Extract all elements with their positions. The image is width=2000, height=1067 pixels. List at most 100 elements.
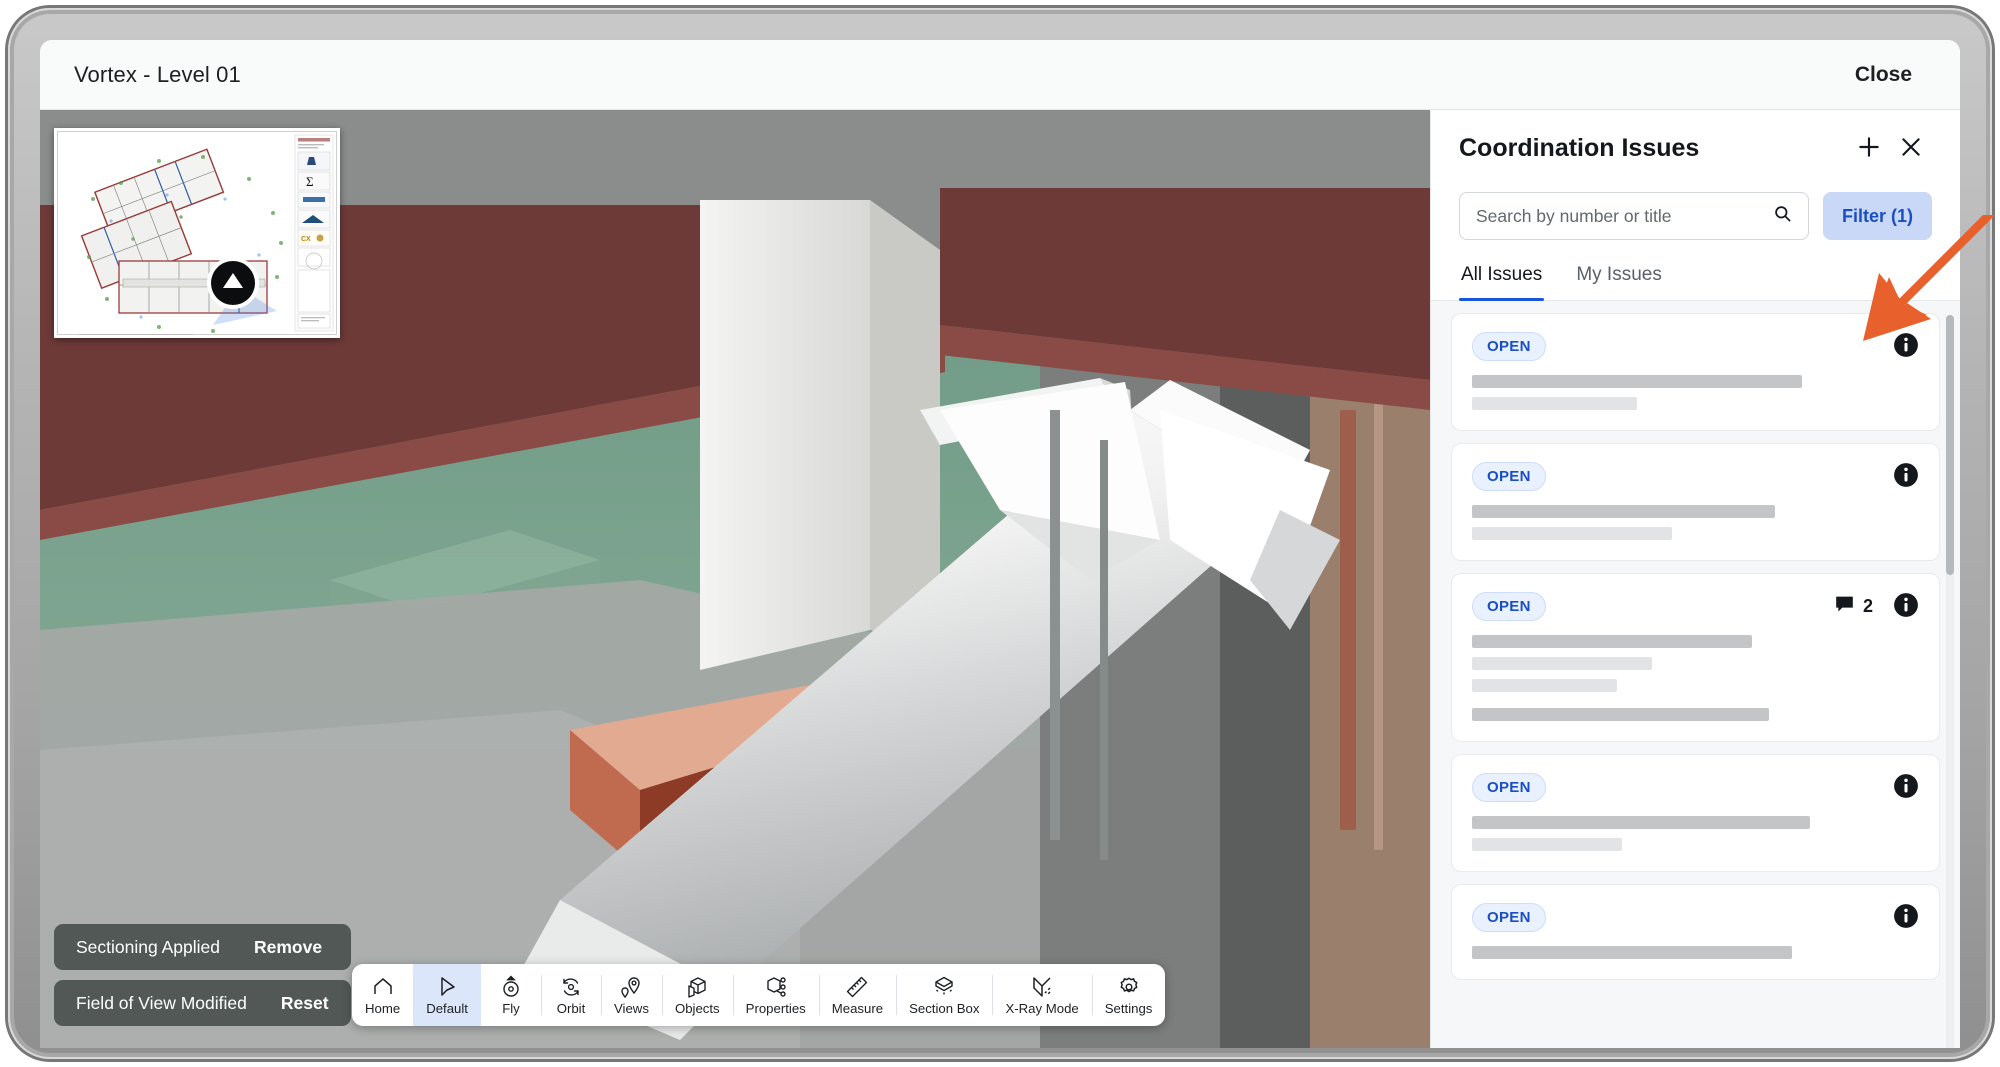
status-badge: OPEN xyxy=(1472,332,1546,361)
issue-info-button[interactable] xyxy=(1893,773,1919,802)
views-pin-icon xyxy=(619,975,643,1000)
issue-card[interactable]: OPEN xyxy=(1451,313,1940,431)
remove-sectioning-button[interactable]: Remove xyxy=(254,937,322,958)
objects-cubes-icon xyxy=(685,975,709,1000)
tool-label: Properties xyxy=(745,1000,806,1016)
plus-icon xyxy=(1856,134,1882,163)
issue-info-button[interactable] xyxy=(1893,462,1919,491)
panel-title: Coordination Issues xyxy=(1459,133,1700,162)
tool-label: Objects xyxy=(674,1000,720,1016)
tool-home[interactable]: Home xyxy=(352,964,413,1026)
info-icon xyxy=(1893,462,1919,491)
viewport-status-chips: Sectioning Applied Remove Field of View … xyxy=(54,924,351,1026)
tool-properties[interactable]: Properties xyxy=(732,964,819,1026)
issue-meta-redacted xyxy=(1472,708,1769,721)
close-panel-button[interactable] xyxy=(1890,127,1932,169)
svg-text:Σ: Σ xyxy=(306,174,314,189)
status-badge: OPEN xyxy=(1472,903,1546,932)
close-button[interactable]: Close xyxy=(1841,53,1926,97)
svg-text:CX: CX xyxy=(301,236,311,243)
issue-card-header: OPEN xyxy=(1472,462,1919,491)
tab-my-issues[interactable]: My Issues xyxy=(1574,258,1664,300)
issue-comment-group: 2 xyxy=(1834,594,1873,620)
reset-field-of-view-button[interactable]: Reset xyxy=(281,993,329,1014)
tool-orbit[interactable]: Orbit xyxy=(540,964,601,1026)
issue-card-header: OPEN 2 xyxy=(1472,592,1919,621)
tool-label: Default xyxy=(426,1000,468,1016)
issue-info-button[interactable] xyxy=(1893,903,1919,932)
issue-list[interactable]: OPEN OPEN OPEN 2 OPEN OPEN xyxy=(1431,301,1960,1048)
issue-title-redacted xyxy=(1472,635,1752,648)
tool-label: Home xyxy=(365,1000,401,1016)
status-chip-label: Sectioning Applied xyxy=(76,936,220,957)
issue-title-redacted xyxy=(1472,375,1802,388)
gear-icon xyxy=(1117,975,1141,1000)
issue-card-header: OPEN xyxy=(1472,332,1919,361)
tab-all-issues[interactable]: All Issues xyxy=(1459,258,1545,301)
issue-card[interactable]: OPEN xyxy=(1451,754,1940,872)
issue-meta-redacted xyxy=(1472,838,1622,851)
status-chip-label: Field of View Modified xyxy=(76,992,247,1013)
comment-count: 2 xyxy=(1862,596,1873,616)
search-input[interactable] xyxy=(1476,205,1773,227)
issue-meta-redacted xyxy=(1472,397,1637,410)
issue-meta-redacted xyxy=(1472,679,1617,692)
device-frame: Vortex - Level 01 Close Σ CX Sectioning … xyxy=(8,8,1992,1059)
page-title: Vortex - Level 01 xyxy=(74,61,241,87)
home-icon xyxy=(371,975,395,1000)
tool-measure[interactable]: Measure xyxy=(818,964,896,1026)
cursor-icon xyxy=(435,975,459,1000)
tool-default[interactable]: Default xyxy=(413,964,481,1026)
status-chip-sectioning: Sectioning Applied Remove xyxy=(54,924,351,970)
tool-label: X-Ray Mode xyxy=(1005,1000,1079,1016)
fly-icon xyxy=(499,975,523,1000)
issue-card[interactable]: OPEN xyxy=(1451,443,1940,561)
tool-views[interactable]: Views xyxy=(600,964,662,1026)
status-badge: OPEN xyxy=(1472,773,1546,802)
xray-mode-icon xyxy=(1030,975,1054,1000)
issue-info-button[interactable] xyxy=(1893,332,1919,361)
status-badge: OPEN xyxy=(1472,462,1546,491)
issue-meta-redacted xyxy=(1472,527,1672,540)
panel-header: Coordination Issues xyxy=(1431,110,1960,186)
tool-fly[interactable]: Fly xyxy=(481,964,541,1026)
issue-title-redacted xyxy=(1472,505,1775,518)
issue-title-redacted xyxy=(1472,816,1810,829)
issue-card-header: OPEN xyxy=(1472,773,1919,802)
tool-label: Fly xyxy=(502,1000,520,1016)
properties-nodes-icon xyxy=(764,975,788,1000)
info-icon xyxy=(1893,332,1919,361)
status-badge: OPEN xyxy=(1472,592,1546,621)
filter-button[interactable]: Filter (1) xyxy=(1822,192,1932,240)
search-box[interactable] xyxy=(1459,192,1809,240)
panel-tabs: All Issues My Issues xyxy=(1431,258,1960,301)
search-icon xyxy=(1773,204,1792,228)
issue-info-button[interactable] xyxy=(1893,592,1919,621)
info-icon xyxy=(1893,592,1919,621)
tool-label: Views xyxy=(613,1000,649,1016)
panel-scrollbar[interactable] xyxy=(1946,315,1954,1048)
issue-card[interactable]: OPEN 2 xyxy=(1451,573,1940,742)
viewer-toolbar: Home Default Fly Orbit Views Objects Pro… xyxy=(352,964,1166,1026)
issue-card[interactable]: OPEN xyxy=(1451,884,1940,980)
issue-meta-redacted xyxy=(1472,657,1652,670)
tool-xray-mode[interactable]: X-Ray Mode xyxy=(992,964,1091,1026)
orbit-icon xyxy=(559,975,583,1000)
tool-label: Settings xyxy=(1104,1000,1153,1016)
status-chip-field-of-view: Field of View Modified Reset xyxy=(54,980,351,1026)
info-icon xyxy=(1893,773,1919,802)
tool-objects[interactable]: Objects xyxy=(661,964,733,1026)
tool-section-box[interactable]: Section Box xyxy=(896,964,992,1026)
panel-search-row: Filter (1) xyxy=(1431,186,1960,258)
tool-label: Section Box xyxy=(909,1000,980,1016)
tool-label: Measure xyxy=(831,1000,884,1016)
issue-card-header: OPEN xyxy=(1472,903,1919,932)
panel-scrollbar-thumb[interactable] xyxy=(1946,315,1954,575)
add-issue-button[interactable] xyxy=(1848,127,1890,169)
issue-title-redacted xyxy=(1472,946,1792,959)
device-screen: Vortex - Level 01 Close Σ CX Sectioning … xyxy=(40,40,1960,1048)
model-viewport[interactable]: Σ CX Sectioning Applied Remove Field of … xyxy=(40,110,1430,1048)
tool-settings[interactable]: Settings xyxy=(1091,964,1166,1026)
floor-plan-minimap[interactable]: Σ CX xyxy=(54,128,340,338)
section-box-icon xyxy=(932,975,956,1000)
